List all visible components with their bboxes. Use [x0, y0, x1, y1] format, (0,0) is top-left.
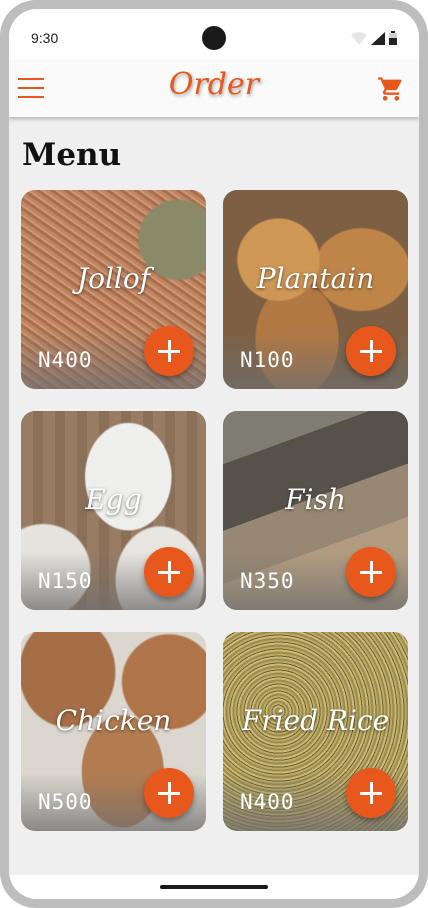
add-to-cart-button[interactable] [144, 326, 194, 376]
screen: 9:30 Order Menu Jollof N400 Plantain N10… [9, 9, 419, 899]
add-to-cart-button[interactable] [144, 547, 194, 597]
item-price: N350 [240, 569, 295, 593]
status-bar: 9:30 [9, 9, 419, 61]
item-price: N400 [38, 348, 93, 372]
item-name: Egg [85, 483, 142, 516]
add-to-cart-button[interactable] [346, 326, 396, 376]
menu-item-card[interactable]: Fried Rice N400 [223, 632, 408, 831]
app-bar: Order [9, 61, 419, 117]
add-to-cart-button[interactable] [346, 768, 396, 818]
item-price: N100 [240, 348, 295, 372]
item-name: Plantain [256, 262, 375, 295]
item-name: Fried Rice [241, 704, 390, 737]
wifi-icon [351, 32, 367, 45]
page-heading: Menu [22, 137, 122, 173]
add-to-cart-button[interactable] [144, 768, 194, 818]
signal-icon [371, 32, 385, 45]
menu-grid: Jollof N400 Plantain N100 Egg N150 Fish … [21, 190, 408, 831]
item-price: N150 [38, 569, 93, 593]
item-price: N400 [240, 790, 295, 814]
menu-item-card[interactable]: Egg N150 [21, 411, 206, 610]
system-nav-bar [9, 875, 419, 899]
battery-icon [389, 31, 397, 45]
app-title: Order [168, 67, 260, 102]
cart-button[interactable] [377, 75, 405, 103]
status-icons [351, 31, 397, 45]
menu-item-card[interactable]: Jollof N400 [21, 190, 206, 389]
menu-item-card[interactable]: Chicken N500 [21, 632, 206, 831]
item-name: Chicken [55, 704, 172, 737]
menu-item-card[interactable]: Fish N350 [223, 411, 408, 610]
front-camera [202, 26, 226, 50]
home-indicator[interactable] [160, 885, 268, 889]
add-to-cart-button[interactable] [346, 547, 396, 597]
item-name: Fish [285, 483, 346, 516]
device-frame: 9:30 Order Menu Jollof N400 Plantain N10… [0, 0, 428, 908]
item-name: Jollof [76, 262, 151, 295]
item-price: N500 [38, 790, 93, 814]
menu-item-card[interactable]: Plantain N100 [223, 190, 408, 389]
status-time: 9:30 [31, 30, 59, 46]
cart-icon [378, 77, 402, 101]
